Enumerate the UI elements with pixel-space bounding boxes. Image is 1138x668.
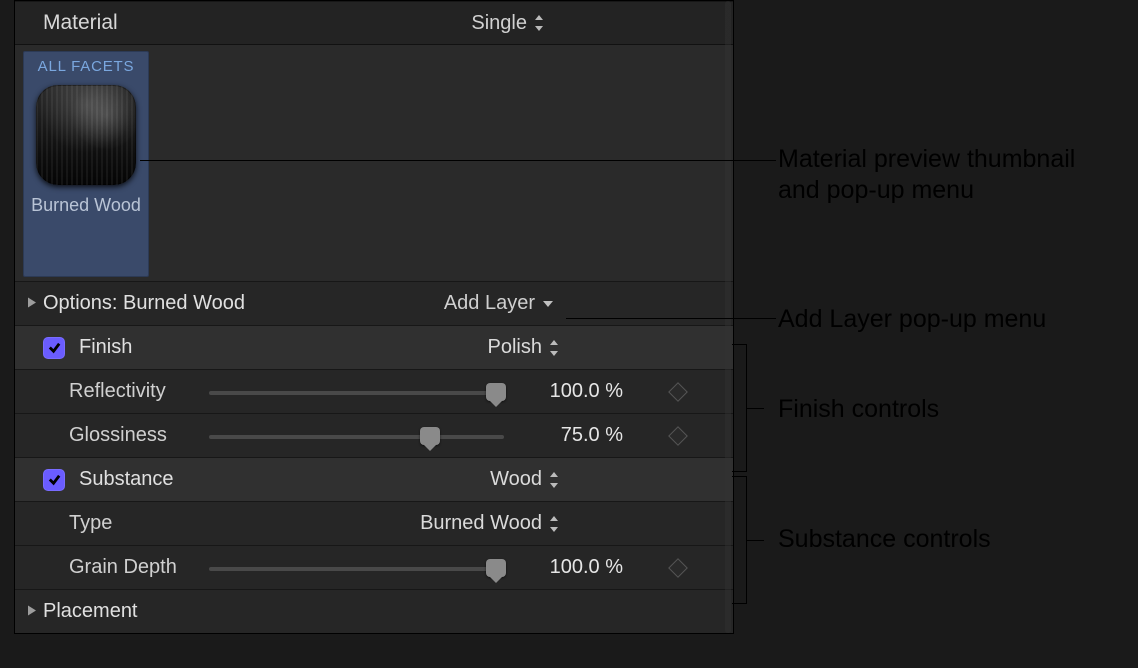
substance-preset-popup[interactable]: Wood (490, 468, 560, 491)
placement-row: Placement (15, 589, 733, 633)
callout-line (140, 160, 776, 161)
finish-preset-popup[interactable]: Polish (488, 336, 560, 359)
finish-enable-checkbox[interactable] (43, 337, 65, 359)
grain-depth-label: Grain Depth (69, 556, 209, 579)
options-label: Options: Burned Wood (43, 292, 303, 315)
material-mode-popup[interactable]: Single (471, 12, 715, 35)
reflectivity-slider[interactable] (209, 383, 504, 401)
double-arrow-icon (548, 471, 560, 489)
facet-card-all[interactable]: ALL FACETS Burned Wood (23, 51, 149, 277)
material-label: Material (43, 11, 471, 35)
grain-depth-value[interactable]: 100.0 % (522, 556, 627, 579)
reflectivity-row: Reflectivity 100.0 % (15, 369, 733, 413)
add-layer-popup[interactable]: Add Layer (444, 292, 715, 315)
glossiness-row: Glossiness 75.0 % (15, 413, 733, 457)
material-mode-value: Single (471, 12, 527, 35)
substance-type-popup[interactable]: Burned Wood (420, 512, 560, 535)
substance-label: Substance (79, 468, 249, 491)
substance-type-label: Type (69, 512, 209, 535)
reflectivity-value[interactable]: 100.0 % (522, 380, 627, 403)
callout-finish: Finish controls (778, 394, 939, 425)
keyframe-button[interactable] (668, 382, 688, 402)
glossiness-label: Glossiness (69, 424, 209, 447)
substance-type-value: Burned Wood (420, 512, 542, 535)
callout-line (566, 318, 776, 319)
callout-add-layer: Add Layer pop-up menu (778, 304, 1046, 335)
disclosure-triangle-icon[interactable] (27, 603, 37, 620)
grain-depth-row: Grain Depth 100.0 % (15, 545, 733, 589)
material-inspector-panel: Material Single ALL FACETS Burned Wood O… (14, 0, 734, 634)
chevron-down-icon (541, 299, 555, 309)
double-arrow-icon (533, 14, 545, 32)
material-name: Burned Wood (31, 195, 141, 216)
callout-bracket (746, 344, 747, 472)
callout-thumbnail: Material preview thumbnail and pop-up me… (778, 144, 1075, 207)
substance-enable-checkbox[interactable] (43, 469, 65, 491)
facet-tab-label: ALL FACETS (38, 58, 135, 75)
disclosure-triangle-icon[interactable] (27, 295, 37, 312)
material-facets-area: ALL FACETS Burned Wood (15, 45, 733, 281)
reflectivity-label: Reflectivity (69, 380, 209, 403)
substance-section-row: Substance Wood (15, 457, 733, 501)
finish-section-row: Finish Polish (15, 325, 733, 369)
callout-substance: Substance controls (778, 524, 991, 555)
keyframe-button[interactable] (668, 558, 688, 578)
finish-label: Finish (79, 336, 249, 359)
double-arrow-icon (548, 339, 560, 357)
substance-preset-value: Wood (490, 468, 542, 491)
substance-type-row: Type Burned Wood (15, 501, 733, 545)
double-arrow-icon (548, 515, 560, 533)
glossiness-value[interactable]: 75.0 % (522, 424, 627, 447)
keyframe-button[interactable] (668, 426, 688, 446)
add-layer-label: Add Layer (444, 292, 535, 315)
glossiness-slider[interactable] (209, 427, 504, 445)
material-preview-thumbnail[interactable] (36, 85, 136, 185)
grain-depth-slider[interactable] (209, 559, 504, 577)
finish-preset-value: Polish (488, 336, 542, 359)
callout-bracket (746, 476, 747, 604)
placement-label: Placement (43, 600, 303, 623)
material-header: Material Single (15, 1, 733, 45)
